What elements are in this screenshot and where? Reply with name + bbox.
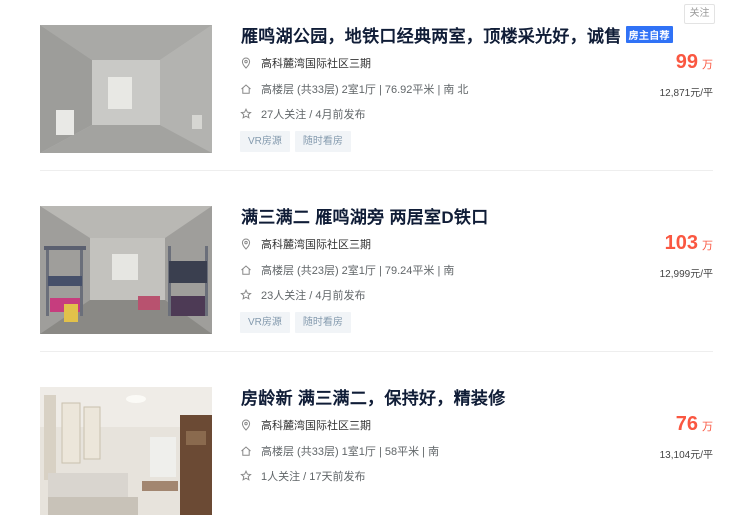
vr-tag: VR房源 [240, 131, 290, 152]
listing-item: 房龄新 满三满二，保持好，精装修 高科麓湾国际社区三期 高楼层 (共33层) 1… [40, 362, 713, 532]
total-price: 103 万 [665, 232, 713, 255]
house-icon [241, 446, 251, 456]
star-icon [240, 108, 252, 119]
follow-info-row: 23人关注 / 4月前发布 [240, 287, 366, 303]
listing-title-text[interactable]: 房龄新 满三满二，保持好，精装修 [241, 389, 506, 408]
total-price-value: 99 [675, 51, 698, 73]
listing-title[interactable]: 雁鸣湖公园，地铁口经典两室，顶楼采光好，诚售 房主自荐 [241, 22, 673, 47]
listing-title[interactable]: 房龄新 满三满二，保持好，精装修 [241, 384, 506, 409]
location-pin-icon [241, 238, 251, 250]
total-price-value: 103 [664, 232, 698, 254]
house-info-text: 高楼层 (共23层) 2室1厅 | 79.24平米 | 南 [261, 265, 455, 277]
tag-list: VR房源 随时看房 [240, 312, 356, 333]
total-price: 76 万 [676, 413, 713, 436]
house-info-row: 高楼层 (共33层) 1室1厅 | 58平米 | 南 [240, 443, 439, 459]
total-price: 99 万 [676, 51, 713, 74]
vr-tag: VR房源 [240, 312, 290, 333]
follow-info-text: 27人关注 / 4月前发布 [261, 109, 366, 121]
owner-recommend-badge: 房主自荐 [625, 26, 673, 43]
community-row: 高科麓湾国际社区三期 [240, 417, 371, 433]
listing-item: 满三满二 雁鸣湖旁 两居室D铁口 高科麓湾国际社区三期 高楼层 (共23层) 2… [40, 181, 713, 352]
listing-photo[interactable] [40, 25, 212, 153]
listing-item: 雁鸣湖公园，地铁口经典两室，顶楼采光好，诚售 房主自荐 高科麓湾国际社区三期 高楼… [40, 0, 713, 171]
house-icon [241, 84, 251, 94]
star-icon [240, 470, 252, 481]
house-info-text: 高楼层 (共33层) 1室1厅 | 58平米 | 南 [261, 446, 440, 458]
house-info-row: 高楼层 (共33层) 2室1厅 | 76.92平米 | 南 北 [240, 81, 468, 97]
community-row: 高科麓湾国际社区三期 [240, 55, 371, 71]
follow-info-text: 1人关注 / 17天前发布 [261, 471, 366, 483]
community-link[interactable]: 高科麓湾国际社区三期 [261, 417, 371, 433]
unit-price: 12,999元/平 [659, 269, 713, 280]
total-price-unit: 万 [702, 421, 713, 433]
total-price-unit: 万 [702, 59, 713, 71]
house-info-row: 高楼层 (共23层) 2室1厅 | 79.24平米 | 南 [240, 262, 454, 278]
follow-info-text: 23人关注 / 4月前发布 [261, 290, 366, 302]
house-info-text: 高楼层 (共33层) 2室1厅 | 76.92平米 | 南 北 [261, 84, 469, 96]
listing-photo[interactable] [40, 206, 212, 334]
community-link[interactable]: 高科麓湾国际社区三期 [261, 236, 371, 252]
location-pin-icon [241, 57, 251, 69]
community-row: 高科麓湾国际社区三期 [240, 236, 371, 252]
follow-info-row: 27人关注 / 4月前发布 [240, 106, 366, 122]
total-price-value: 76 [675, 413, 698, 435]
viewing-tag: 随时看房 [294, 131, 351, 152]
unit-price: 13,104元/平 [659, 450, 713, 461]
follow-info-row: 1人关注 / 17天前发布 [240, 468, 366, 484]
listing-photo[interactable] [40, 387, 212, 515]
star-icon [240, 289, 252, 300]
tag-list: VR房源 随时看房 [240, 131, 356, 152]
community-link[interactable]: 高科麓湾国际社区三期 [261, 55, 371, 71]
listing-title-text[interactable]: 满三满二 雁鸣湖旁 两居室D铁口 [241, 208, 489, 227]
viewing-tag: 随时看房 [294, 312, 351, 333]
house-icon [241, 265, 251, 275]
listing-title[interactable]: 满三满二 雁鸣湖旁 两居室D铁口 [241, 203, 489, 228]
total-price-unit: 万 [702, 240, 713, 252]
unit-price: 12,871元/平 [659, 88, 713, 99]
listing-title-text[interactable]: 雁鸣湖公园，地铁口经典两室，顶楼采光好，诚售 [241, 27, 622, 46]
location-pin-icon [241, 419, 251, 431]
